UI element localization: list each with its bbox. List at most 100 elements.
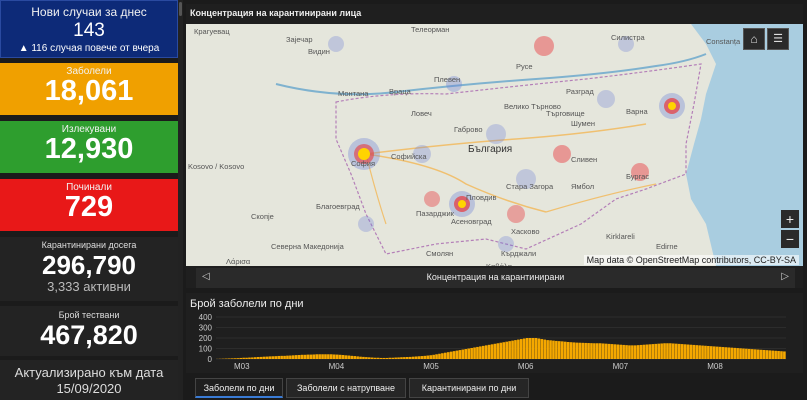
daily-cases-bar[interactable] (356, 356, 359, 359)
daily-cases-bar[interactable] (733, 347, 737, 359)
tab-daily-cases[interactable]: Заболели по дни (195, 378, 283, 398)
daily-cases-bar[interactable] (584, 342, 587, 359)
daily-cases-bar[interactable] (458, 350, 462, 359)
daily-cases-bar[interactable] (613, 344, 617, 359)
daily-cases-bar[interactable] (239, 357, 243, 359)
scrollbar-thumb[interactable] (179, 2, 182, 16)
daily-cases-bar[interactable] (648, 344, 652, 359)
daily-cases-bar[interactable] (406, 357, 409, 359)
daily-cases-bar[interactable] (724, 347, 728, 359)
daily-cases-bar[interactable] (739, 348, 742, 359)
daily-cases-bar[interactable] (303, 354, 307, 359)
daily-cases-bar[interactable] (771, 350, 775, 359)
daily-cases-bar[interactable] (525, 338, 529, 359)
daily-cases-bar[interactable] (461, 349, 465, 359)
daily-cases-bar[interactable] (411, 356, 415, 359)
daily-cases-bar[interactable] (464, 349, 468, 359)
daily-cases-bar[interactable] (552, 340, 555, 359)
daily-cases-bar[interactable] (283, 355, 286, 359)
daily-cases-bar[interactable] (318, 354, 321, 359)
zoom-out-button[interactable]: − (781, 230, 799, 248)
daily-cases-bar[interactable] (227, 358, 231, 359)
daily-cases-bar[interactable] (634, 345, 637, 359)
daily-cases-bar[interactable] (379, 357, 383, 359)
daily-cases-bar[interactable] (242, 357, 245, 359)
daily-cases-bar[interactable] (309, 354, 313, 359)
daily-cases-bar[interactable] (397, 357, 400, 359)
daily-cases-bar[interactable] (414, 356, 418, 359)
daily-cases-bar[interactable] (631, 345, 634, 359)
daily-cases-bar[interactable] (452, 351, 456, 359)
daily-cases-bar[interactable] (438, 353, 441, 359)
daily-cases-bar[interactable] (262, 356, 266, 359)
daily-cases-bar[interactable] (607, 343, 611, 359)
daily-cases-bar[interactable] (449, 351, 453, 359)
daily-cases-bar[interactable] (394, 357, 397, 359)
daily-cases-bar[interactable] (388, 357, 392, 359)
daily-cases-bar[interactable] (233, 358, 237, 359)
daily-cases-bar[interactable] (230, 358, 234, 359)
daily-cases-bar[interactable] (444, 352, 447, 359)
daily-cases-bar[interactable] (479, 346, 482, 359)
daily-cases-bar[interactable] (645, 344, 649, 359)
daily-cases-bar[interactable] (657, 343, 661, 359)
daily-cases-bar[interactable] (593, 343, 596, 359)
daily-cases-bar[interactable] (373, 357, 377, 359)
daily-cases-bar[interactable] (347, 355, 351, 359)
daily-cases-bar[interactable] (780, 351, 783, 359)
daily-cases-bar[interactable] (625, 345, 628, 359)
daily-cases-bar[interactable] (385, 357, 389, 359)
daily-cases-bar[interactable] (368, 357, 371, 359)
daily-cases-bar[interactable] (400, 357, 403, 359)
daily-cases-bar[interactable] (294, 355, 298, 359)
daily-cases-bar[interactable] (596, 343, 599, 359)
daily-cases-bar[interactable] (268, 356, 272, 359)
daily-cases-bar[interactable] (338, 354, 342, 359)
daily-cases-bar[interactable] (555, 340, 558, 359)
daily-cases-bar[interactable] (330, 354, 333, 359)
daily-cases-bar[interactable] (245, 357, 248, 359)
daily-cases-bar[interactable] (344, 355, 348, 359)
daily-cases-bar[interactable] (376, 357, 380, 359)
daily-cases-bar[interactable] (581, 342, 585, 359)
daily-cases-bar[interactable] (598, 343, 602, 359)
daily-cases-bar[interactable] (403, 357, 406, 359)
daily-cases-bar[interactable] (636, 345, 640, 359)
daily-cases-bar[interactable] (335, 354, 339, 359)
daily-cases-bar[interactable] (642, 344, 646, 359)
daily-cases-bar[interactable] (259, 356, 263, 359)
daily-cases-bar[interactable] (590, 343, 593, 359)
daily-cases-bar[interactable] (490, 344, 494, 359)
daily-cases-bar[interactable] (651, 344, 655, 359)
daily-cases-bar[interactable] (254, 357, 257, 359)
daily-cases-bar[interactable] (721, 347, 725, 359)
daily-cases-bar[interactable] (484, 345, 488, 359)
daily-cases-bar[interactable] (324, 354, 327, 359)
daily-cases-bar[interactable] (408, 356, 412, 359)
daily-cases-bar[interactable] (382, 357, 386, 359)
zoom-in-button[interactable]: + (781, 210, 799, 228)
daily-cases-bar[interactable] (549, 340, 552, 359)
daily-cases-bar[interactable] (654, 343, 658, 359)
daily-cases-bar[interactable] (683, 344, 687, 359)
daily-cases-bar[interactable] (417, 356, 421, 359)
daily-cases-bar[interactable] (756, 349, 760, 359)
daily-cases-bar[interactable] (493, 343, 497, 359)
daily-cases-bar[interactable] (707, 345, 710, 359)
daily-cases-bar[interactable] (701, 345, 704, 359)
daily-cases-bar[interactable] (666, 343, 669, 359)
daily-cases-bar[interactable] (256, 357, 260, 359)
daily-cases-bar[interactable] (750, 349, 754, 359)
daily-cases-bar[interactable] (628, 345, 631, 359)
daily-cases-bar[interactable] (672, 343, 675, 359)
daily-cases-bar[interactable] (692, 344, 696, 359)
daily-cases-bar[interactable] (441, 353, 444, 359)
daily-cases-bar[interactable] (768, 350, 772, 359)
map-home-button[interactable]: ⌂ (743, 28, 765, 50)
daily-cases-bar[interactable] (753, 349, 757, 359)
daily-cases-bar[interactable] (327, 354, 330, 359)
daily-cases-bar[interactable] (587, 343, 590, 359)
daily-cases-bar[interactable] (420, 356, 424, 359)
daily-cases-bar[interactable] (695, 345, 699, 359)
daily-cases-bar[interactable] (715, 346, 719, 359)
